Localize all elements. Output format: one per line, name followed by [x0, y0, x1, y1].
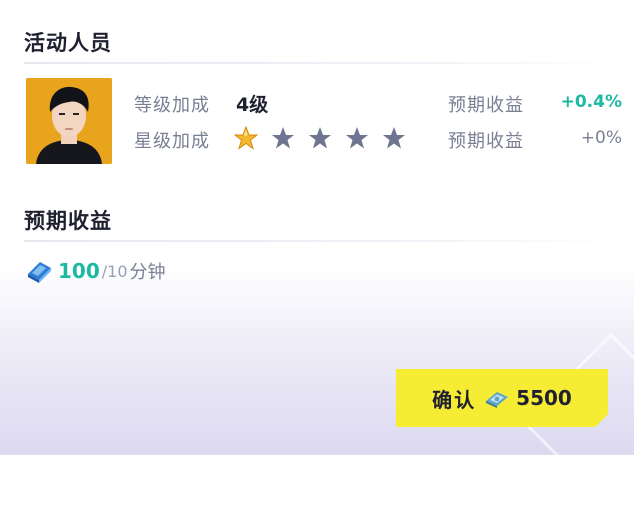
level-value: 4级: [236, 94, 269, 116]
expected-income-label-star: 预期收益: [448, 131, 524, 152]
personnel-avatar[interactable]: [26, 78, 112, 164]
confirm-button[interactable]: 确认 5500: [396, 369, 608, 427]
section-title-expected-income: 预期收益: [24, 209, 112, 233]
star-empty-icon: [383, 127, 405, 149]
confirm-label: 确认: [432, 387, 477, 412]
level-bonus-label: 等级加成: [134, 95, 210, 116]
star-empty-icon: [346, 127, 368, 149]
divider: [24, 62, 622, 64]
section-title-active-personnel: 活动人员: [24, 31, 112, 55]
divider: [24, 240, 622, 242]
star-empty-icon: [272, 127, 294, 149]
currency-icon: [486, 392, 509, 408]
expected-income-value-level: +0.4%: [560, 92, 622, 112]
reward-rate: 100 /10 分钟: [24, 256, 166, 286]
reward-rate-text: /10: [101, 261, 128, 281]
expected-income-label-level: 预期收益: [448, 95, 524, 116]
star-bonus-label: 星级加成: [134, 131, 210, 152]
confirm-cost: 5500: [516, 386, 572, 410]
star-empty-icon: [309, 127, 331, 149]
book-icon: [28, 262, 51, 283]
avatar-portrait-icon: [26, 78, 112, 164]
expected-income-value-star: +0%: [580, 128, 622, 148]
star-rating: [234, 126, 406, 150]
reward-unit: 分钟: [129, 262, 166, 283]
star-filled-icon: [234, 126, 258, 150]
reward-amount: 100: [58, 259, 100, 283]
